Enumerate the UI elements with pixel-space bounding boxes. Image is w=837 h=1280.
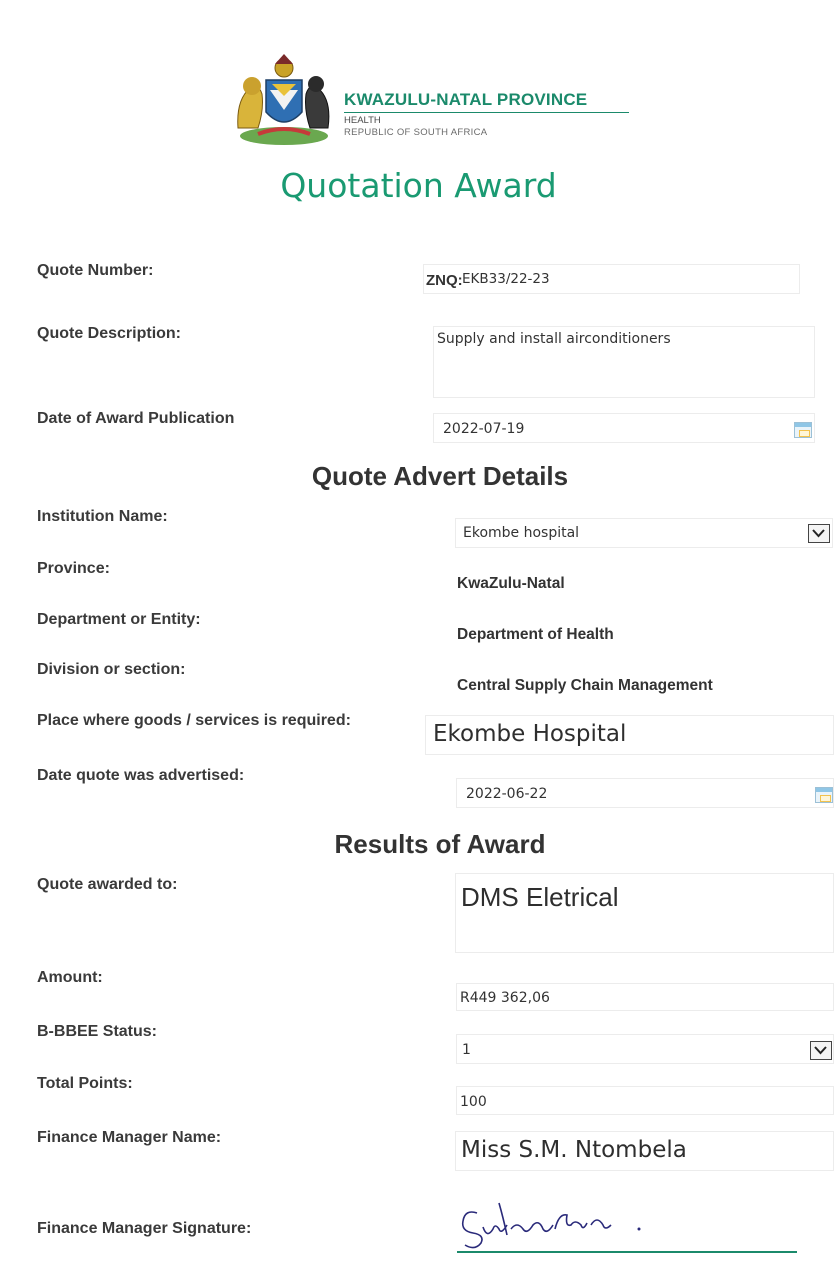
advertised-date-field[interactable]: 2022-06-22 [456, 778, 834, 808]
institution-select[interactable]: Ekombe hospital [455, 518, 833, 548]
bbbee-value: 1 [462, 1042, 471, 1058]
page-title: Quotation Award [280, 166, 557, 205]
quote-description-label: Quote Description: [37, 325, 182, 342]
province-label: Province: [37, 560, 110, 577]
quote-number-label: Quote Number: [37, 262, 154, 279]
header-divider [344, 112, 629, 113]
awarded-to-value: DMS Eletrical [461, 882, 619, 912]
amount-value: R449 362,06 [460, 990, 550, 1006]
header-logo: KWAZULU-NATAL PROVINCE HEALTH REPUBLIC O… [228, 50, 638, 150]
place-label: Place where goods / services is required… [37, 712, 351, 729]
bbbee-select[interactable]: 1 [456, 1034, 834, 1064]
department-name: HEALTH [344, 115, 381, 126]
total-points-value: 100 [460, 1094, 487, 1110]
quote-description-value: Supply and install airconditioners [437, 331, 671, 347]
amount-field[interactable]: R449 362,06 [456, 983, 834, 1011]
total-points-label: Total Points: [37, 1075, 133, 1092]
place-value: Ekombe Hospital [433, 721, 627, 747]
quote-number-value: EKB33/22-23 [462, 271, 550, 287]
institution-value: Ekombe hospital [463, 525, 580, 541]
place-field[interactable]: Ekombe Hospital [425, 715, 834, 755]
chevron-down-icon[interactable] [808, 524, 830, 543]
finance-manager-name-label: Finance Manager Name: [37, 1129, 222, 1146]
awarded-to-label: Quote awarded to: [37, 876, 178, 893]
advert-section-heading: Quote Advert Details [311, 461, 569, 491]
advertised-date-value: 2022-06-22 [466, 786, 548, 802]
signature-image [457, 1202, 797, 1253]
award-date-field[interactable]: 2022-07-19 [433, 413, 815, 443]
country-name: REPUBLIC OF SOUTH AFRICA [344, 127, 488, 138]
calendar-icon[interactable] [794, 422, 812, 438]
finance-manager-name-field[interactable]: Miss S.M. Ntombela [455, 1131, 834, 1171]
advertised-date-label: Date quote was advertised: [37, 767, 245, 784]
chevron-down-icon[interactable] [810, 1041, 832, 1060]
awarded-to-field[interactable]: DMS Eletrical [455, 873, 834, 953]
department-label: Department or Entity: [37, 611, 201, 628]
results-section-heading: Results of Award [334, 829, 546, 859]
quote-description-field[interactable]: Supply and install airconditioners [433, 326, 815, 398]
institution-label: Institution Name: [37, 508, 168, 525]
award-date-value: 2022-07-19 [443, 421, 525, 437]
division-label: Division or section: [37, 661, 186, 678]
calendar-icon[interactable] [815, 787, 833, 803]
coat-of-arms-icon [237, 54, 330, 145]
quote-number-field[interactable]: ZNQ: EKB33/22-23 [423, 264, 800, 294]
finance-manager-name-value: Miss S.M. Ntombela [461, 1137, 687, 1163]
bbbee-label: B-BBEE Status: [37, 1023, 158, 1040]
total-points-field[interactable]: 100 [456, 1086, 834, 1115]
province-name: KWAZULU-NATAL PROVINCE [344, 90, 588, 109]
quote-number-prefix: ZNQ: [426, 272, 463, 289]
award-date-label: Date of Award Publication [37, 410, 235, 427]
finance-manager-signature-label: Finance Manager Signature: [37, 1220, 252, 1237]
division-value: Central Supply Chain Management [457, 677, 713, 694]
province-value: KwaZulu-Natal [457, 575, 565, 592]
department-value: Department of Health [457, 626, 614, 643]
amount-label: Amount: [37, 969, 103, 986]
